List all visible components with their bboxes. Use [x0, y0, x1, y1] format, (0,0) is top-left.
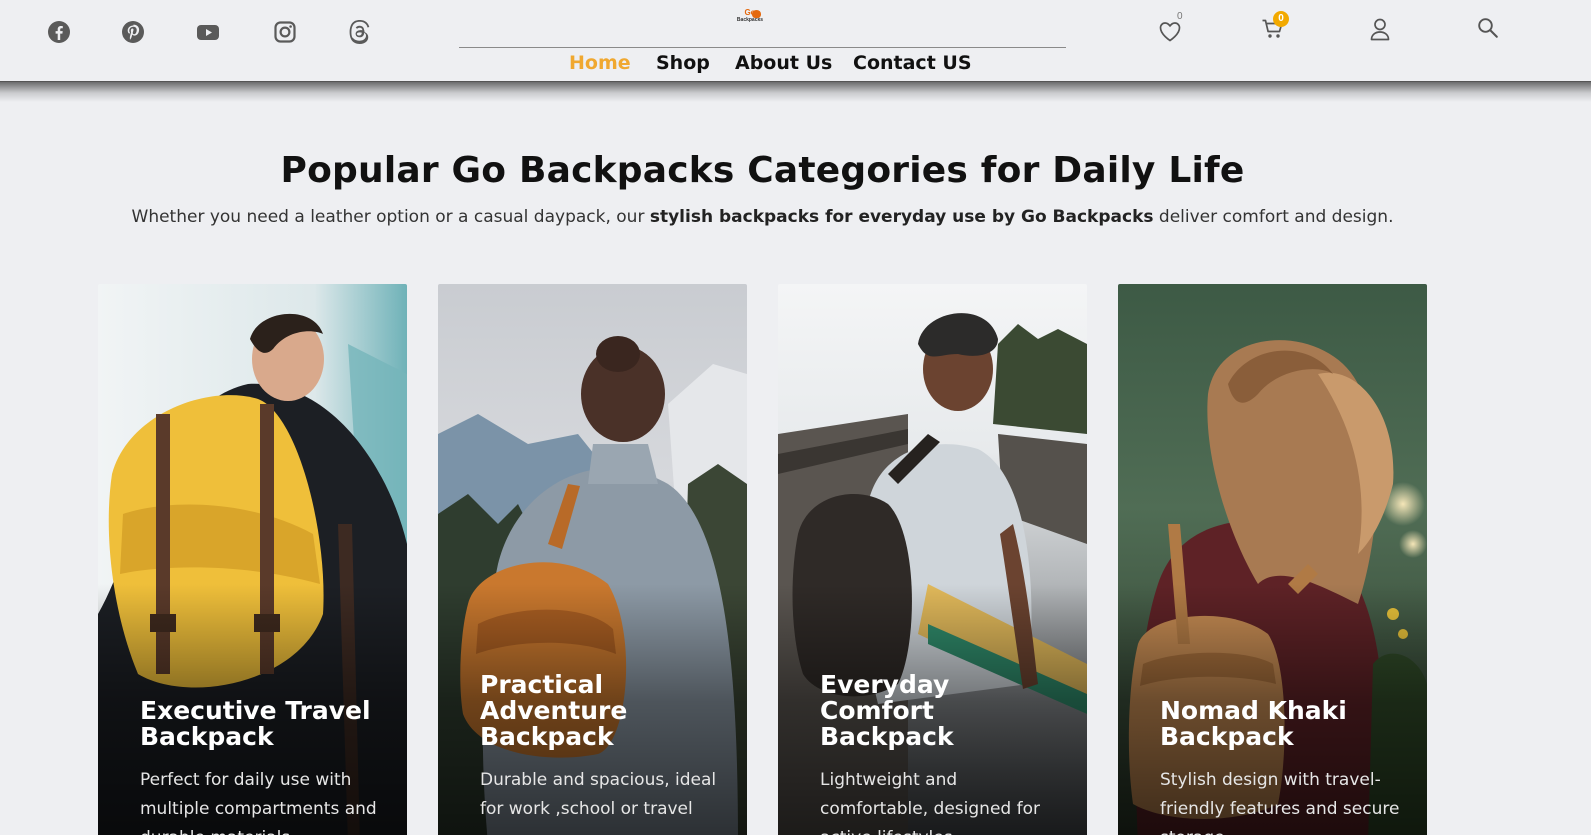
wishlist-button[interactable]	[1158, 20, 1182, 42]
logo-line-backpacks: Backpacks	[736, 17, 764, 23]
card-description: Stylish design with travel-friendly feat…	[1160, 770, 1400, 835]
site-logo[interactable]: Go Backpacks	[728, 9, 772, 27]
subtitle-bold-text: stylish backpacks for everyday use by Go…	[649, 207, 1154, 227]
facebook-icon[interactable]	[46, 19, 72, 45]
card-title: Practical Adventure Backpack	[480, 670, 628, 751]
main-nav: Home Shop About Us Contact US	[0, 52, 1591, 78]
logo-line-go: Go	[744, 8, 756, 17]
site-header: Go Backpacks Home Shop About Us Contact …	[0, 0, 1591, 82]
instagram-icon[interactable]	[272, 19, 298, 45]
threads-icon[interactable]	[347, 19, 373, 45]
card-description: Perfect for daily use with multiple comp…	[140, 770, 377, 835]
nav-divider	[459, 47, 1066, 48]
card-title: Executive Travel Backpack	[140, 696, 371, 751]
card-description: Durable and spacious, ideal for work ,sc…	[480, 770, 717, 819]
category-card[interactable]: Everyday Comfort Backpack Lightweight an…	[778, 284, 1087, 835]
section-title: Popular Go Backpacks Categories for Dail…	[280, 150, 1245, 191]
account-button[interactable]	[1369, 17, 1391, 41]
heart-icon	[1159, 22, 1181, 42]
nav-about-us[interactable]: About Us	[735, 52, 832, 74]
card-title: Nomad Khaki Backpack	[1160, 696, 1347, 751]
nav-contact-us[interactable]: Contact US	[853, 52, 972, 74]
user-icon	[1370, 18, 1390, 41]
header-shadow	[0, 82, 1591, 102]
card-description: Lightweight and comfortable, designed fo…	[820, 770, 1040, 835]
pinterest-icon[interactable]	[120, 19, 146, 45]
cart-count-badge: 0	[1273, 11, 1289, 27]
nav-home[interactable]: Home	[569, 52, 631, 74]
category-card[interactable]: Executive Travel Backpack Perfect for da…	[98, 284, 407, 835]
category-card[interactable]: Nomad Khaki Backpack Stylish design with…	[1118, 284, 1427, 835]
wishlist-count: 0	[1177, 11, 1183, 22]
subtitle-text-end: deliver comfort and design.	[1153, 207, 1394, 227]
nav-shop[interactable]: Shop	[656, 52, 710, 74]
search-icon	[1478, 18, 1498, 38]
section-subtitle: Whether you need a leather option or a c…	[0, 207, 1525, 227]
backpack-logo-icon	[752, 10, 761, 18]
youtube-icon[interactable]	[195, 19, 221, 45]
card-title: Everyday Comfort Backpack	[820, 670, 954, 751]
category-card[interactable]: Practical Adventure Backpack Durable and…	[438, 284, 747, 835]
subtitle-text-start: Whether you need a leather option or a c…	[131, 207, 650, 227]
search-button[interactable]	[1477, 17, 1499, 39]
